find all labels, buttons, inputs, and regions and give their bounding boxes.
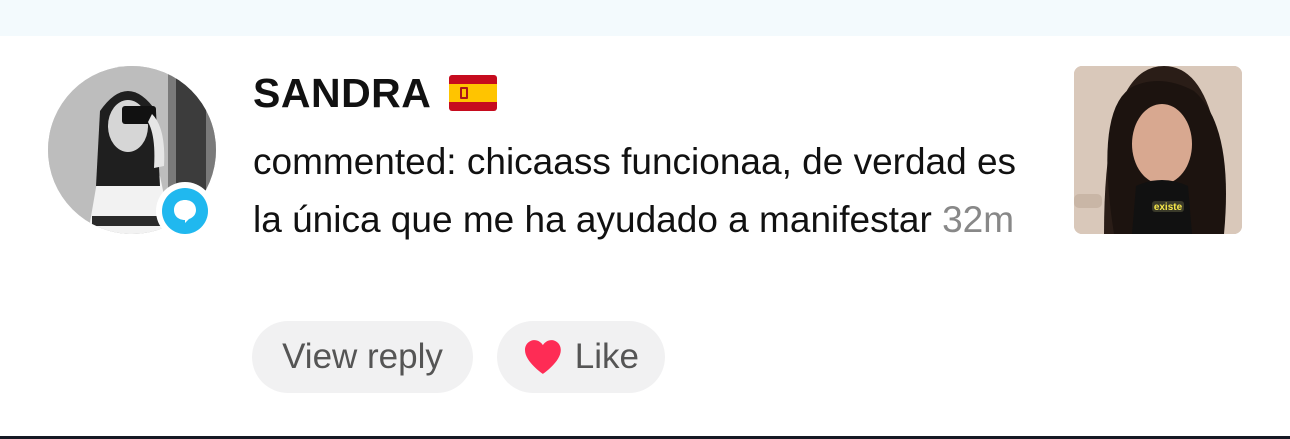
like-label: Like — [574, 337, 639, 376]
comment-timestamp: 32m — [942, 199, 1015, 240]
video-thumbnail[interactable]: existe — [1074, 66, 1242, 234]
avatar[interactable] — [48, 66, 216, 240]
comment-text: commented: chicaass funcionaa, de verdad… — [253, 141, 1017, 240]
username[interactable]: SANDRA — [253, 70, 431, 117]
spain-flag-icon — [449, 75, 498, 111]
view-reply-label: View reply — [282, 337, 443, 376]
view-reply-button[interactable]: View reply — [252, 321, 473, 393]
top-band — [0, 0, 1290, 36]
comment-actions: View reply Like — [252, 321, 665, 393]
comment-bubble-icon — [162, 188, 208, 234]
comment-text-block: commented: chicaass funcionaa, de verdad… — [253, 133, 1053, 249]
thumbnail-caption: existe — [1154, 202, 1183, 213]
comment-header: SANDRA — [253, 68, 498, 118]
like-button[interactable]: Like — [497, 321, 665, 393]
heart-icon — [524, 340, 561, 374]
comment-badge — [156, 182, 214, 240]
